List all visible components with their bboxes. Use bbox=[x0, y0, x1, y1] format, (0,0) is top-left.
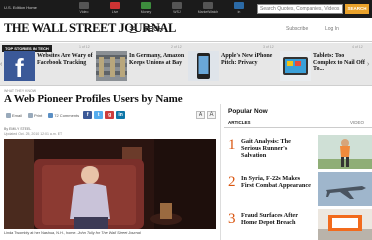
popular-item[interactable]: 1 Gait Analysis: The Serious Runner's Sa… bbox=[224, 135, 372, 171]
decrease-font-button[interactable]: A bbox=[196, 111, 205, 119]
warehouse-thumbnail bbox=[96, 51, 127, 81]
store-thumbnail bbox=[318, 209, 372, 240]
article-byline[interactable]: By EMILY STEEL bbox=[4, 127, 31, 131]
tab-video[interactable]: VIDEO bbox=[350, 120, 364, 125]
marketwatch-link[interactable]: MarketWatch bbox=[194, 2, 222, 16]
subscribe-link[interactable]: Subscribe bbox=[286, 26, 308, 32]
marketwatch-icon bbox=[203, 2, 213, 9]
increase-font-button[interactable]: A bbox=[207, 111, 216, 119]
top-nav-bar: U.S. Edition Home Video Live Money WSJ M… bbox=[0, 0, 372, 18]
tile-counter: 1 of 12 bbox=[79, 45, 90, 49]
print-icon bbox=[28, 112, 34, 118]
popular-tabs: ARTICLES VIDEO bbox=[224, 117, 372, 128]
print-button[interactable]: Print bbox=[26, 112, 44, 119]
email-icon bbox=[6, 112, 11, 118]
search-input[interactable]: Search Quotes, Companies, Videos bbox=[257, 4, 343, 14]
linkedin-link[interactable]: in bbox=[225, 2, 253, 16]
live-icon bbox=[110, 2, 120, 9]
service-links: Video Live Money WSJ MarketWatch in bbox=[70, 2, 253, 16]
login-link[interactable]: Log In bbox=[325, 26, 339, 32]
tile-counter: 2 of 12 bbox=[171, 45, 182, 49]
popular-rank: 1 bbox=[228, 137, 236, 153]
comments-button[interactable]: 72 Comments bbox=[46, 112, 81, 119]
tile-headline: In Germany, Amazon Keeps Unions at Bay bbox=[129, 53, 185, 66]
search-button[interactable]: SEARCH bbox=[345, 4, 369, 14]
iphone-thumbnail bbox=[188, 51, 219, 81]
tile-headline: Websites Are Wary of Facebook Tracking bbox=[37, 53, 93, 66]
video-link[interactable]: Video bbox=[70, 2, 98, 16]
article-title: A Web Pioneer Profiles Users by Name bbox=[4, 93, 183, 105]
carousel-tile[interactable]: 3 of 12 Apple's New iPhone Pitch: Privac… bbox=[188, 45, 278, 83]
carousel-tile[interactable]: 1 of 12 f Websites Are Wary of Facebook … bbox=[4, 45, 94, 83]
section-title[interactable]: TECH bbox=[144, 26, 163, 33]
article-date: Updated Oct. 25, 2010 12:01 a.m. ET bbox=[4, 132, 63, 136]
google-share-icon[interactable]: g bbox=[105, 111, 115, 119]
article-photo bbox=[4, 139, 216, 229]
linkedin-share-icon[interactable]: in bbox=[116, 111, 126, 119]
tile-counter: 4 of 12 bbox=[352, 45, 363, 49]
tile-headline: Apple's New iPhone Pitch: Privacy bbox=[221, 53, 273, 66]
carousel-next-icon[interactable]: › bbox=[367, 61, 369, 68]
live-link[interactable]: Live bbox=[101, 2, 129, 16]
column-divider bbox=[220, 104, 221, 240]
money-icon bbox=[141, 2, 151, 9]
money-link[interactable]: Money bbox=[132, 2, 160, 16]
runner-thumbnail bbox=[318, 135, 372, 169]
popular-now-title: Popular Now bbox=[228, 108, 268, 115]
fighter-jet-thumbnail bbox=[318, 172, 372, 206]
svg-text:f: f bbox=[15, 53, 24, 81]
edition-link[interactable]: U.S. Edition Home bbox=[4, 5, 37, 10]
twitter-share-icon[interactable]: t bbox=[94, 111, 104, 119]
popular-headline: Gait Analysis: The Serious Runner's Salv… bbox=[241, 138, 291, 159]
popular-headline: In Syria, F-22s Makes First Combat Appea… bbox=[241, 175, 311, 189]
top-stories-carousel: TOP STORIES IN TECH 1 of 12 f Websites A… bbox=[0, 43, 372, 86]
comment-icon bbox=[48, 112, 54, 118]
tab-articles[interactable]: ARTICLES bbox=[228, 120, 251, 125]
email-button[interactable]: Email bbox=[4, 112, 24, 119]
article-toolbar: Email Print 72 Comments f t g in bbox=[4, 111, 126, 119]
wsj-link[interactable]: WSJ bbox=[163, 2, 191, 16]
popular-rank: 2 bbox=[228, 174, 236, 190]
photo-caption: Linda Twombly at her Nashua, N.H., home.… bbox=[4, 231, 141, 235]
video-icon bbox=[79, 2, 89, 9]
popular-headline: Fraud Surfaces After Home Depot Breach bbox=[241, 212, 298, 226]
wsj-icon bbox=[172, 2, 182, 9]
popular-item[interactable]: 3 Fraud Surfaces After Home Depot Breach bbox=[224, 209, 372, 240]
menu-icon[interactable]: ☰ bbox=[129, 25, 137, 36]
tile-counter: 3 of 12 bbox=[263, 45, 274, 49]
tablet-thumbnail bbox=[280, 51, 311, 81]
linkedin-icon bbox=[234, 2, 244, 9]
facebook-share-icon[interactable]: f bbox=[83, 111, 93, 119]
popular-now-panel: Popular Now ARTICLES VIDEO 1 Gait Analys… bbox=[224, 106, 372, 240]
facebook-logo-thumbnail: f bbox=[4, 51, 35, 81]
tile-headline: Tablets: Too Complex to Nail Off To... bbox=[313, 53, 365, 73]
carousel-tile[interactable]: 4 of 12 Tablets: Too Complex to Nail Off… bbox=[280, 45, 366, 83]
masthead: THE WALL STREET JOURNAL ☰ TECH Subscribe… bbox=[0, 18, 372, 42]
popular-rank: 3 bbox=[228, 211, 236, 227]
carousel-tile[interactable]: 2 of 12 In Germany, Amazon Keeps Unions … bbox=[96, 45, 186, 83]
popular-item[interactable]: 2 In Syria, F-22s Makes First Combat App… bbox=[224, 172, 372, 208]
carousel-prev-icon[interactable]: ‹ bbox=[0, 61, 2, 68]
